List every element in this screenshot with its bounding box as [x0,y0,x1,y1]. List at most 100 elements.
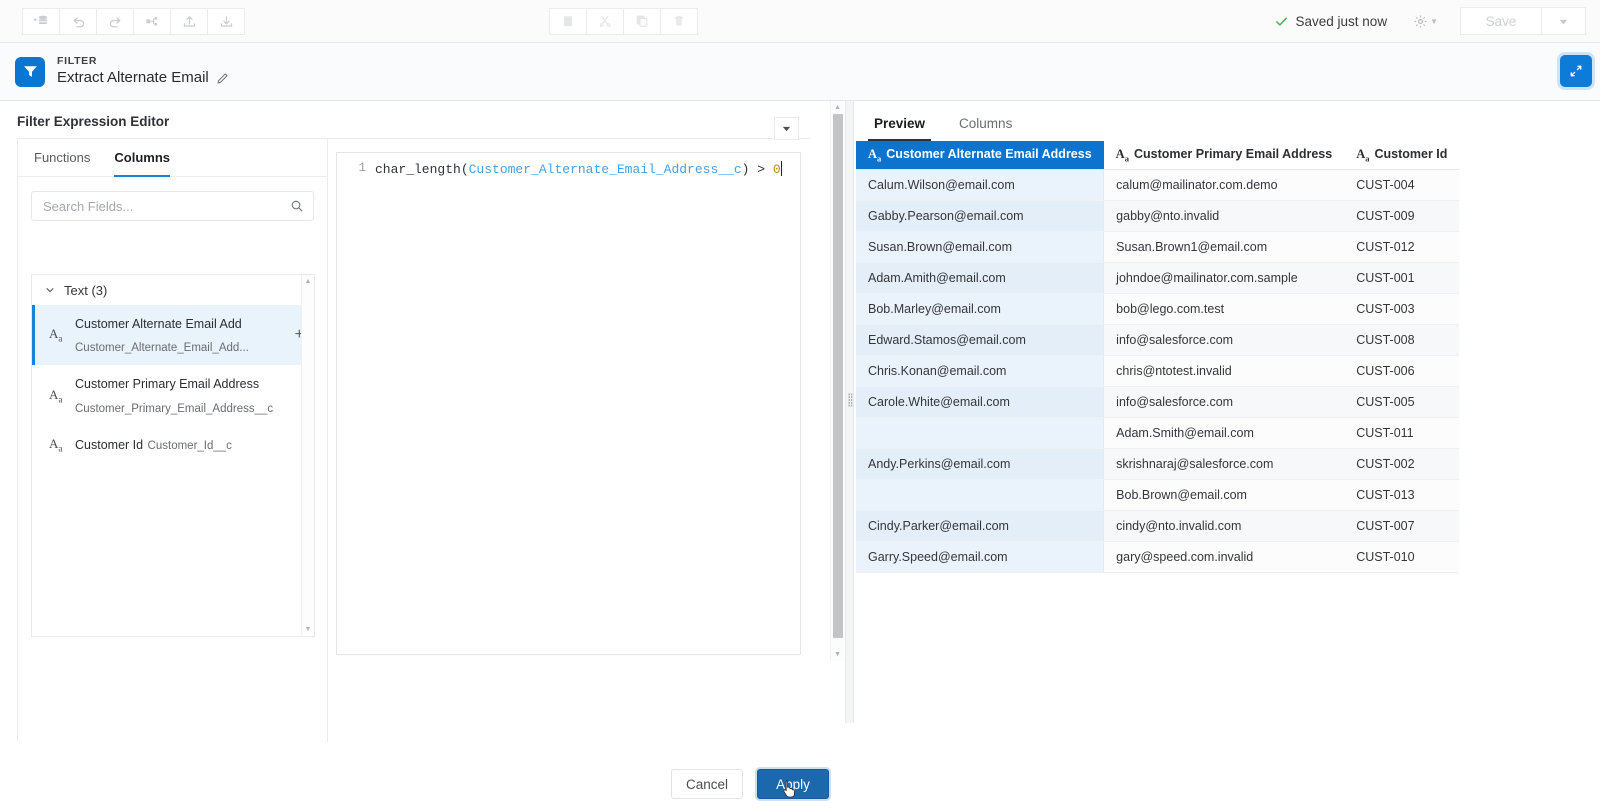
gear-icon[interactable]: ▼ [1413,14,1438,29]
column-header-label: Customer Id [1374,146,1448,161]
expand-panel-button[interactable] [1560,55,1592,87]
table-cell: Cindy.Parker@email.com [856,510,1105,542]
copy-icon[interactable] [623,7,661,35]
paste-icon[interactable] [549,7,587,35]
expression-options-button[interactable] [774,117,799,140]
node-header: FILTER Extract Alternate Email [0,43,1600,101]
tab-preview[interactable]: Preview [868,116,932,141]
table-cell: Adam.Smith@email.com [1103,417,1345,449]
table-cell: CUST-002 [1344,448,1460,480]
table-cell: Susan.Brown@email.com [856,231,1105,263]
column-header-customer-alternate-email-address[interactable]: Aa Customer Alternate Email Address [856,141,1104,170]
table-row[interactable]: Susan.Brown@email.com Susan.Brown1@email.… [856,231,1460,263]
redo-icon[interactable] [96,7,134,35]
filter-icon [15,56,45,87]
delete-icon[interactable] [660,7,698,35]
table-cell: CUST-012 [1344,231,1460,263]
page-title: Extract Alternate Email [57,69,209,87]
table-row[interactable]: Calum.Wilson@email.com calum@mailinator.c… [856,169,1460,201]
toolbar-left-group [22,7,245,35]
scroll-up-icon[interactable]: ▲ [302,275,314,288]
upload-icon[interactable] [170,7,208,35]
editor-pane-scrollbar[interactable]: ▲ ▼ [830,101,844,661]
search-fields-wrap [18,177,327,221]
field-item-customer-alternate-email-address[interactable]: Aa Customer Alternate Email Add Customer… [32,305,314,366]
table-row[interactable]: Adam.Amith@email.com johndoe@mailinator.c… [856,262,1460,294]
apply-button[interactable]: Apply [757,769,829,799]
field-group-label: Text (3) [64,282,108,298]
column-header-customer-primary-email-address[interactable]: Aa Customer Primary Email Address [1103,141,1345,170]
splitter-grip[interactable] [848,393,853,407]
editor-horizontal-scrollbar[interactable] [328,729,1121,742]
edit-pencil-icon[interactable] [216,72,229,85]
table-cell: Garry.Speed@email.com [856,541,1105,573]
table-cell: CUST-010 [1344,541,1460,573]
apply-button-label: Apply [776,776,810,792]
table-cell: skrishnaraj@salesforce.com [1103,448,1345,480]
table-row[interactable]: Bob.Marley@email.com bob@lego.com.test CUS… [856,293,1460,325]
table-cell: Chris.Konan@email.com [856,355,1105,387]
field-group-text[interactable]: Text (3) [32,275,314,305]
table-cell: CUST-009 [1344,200,1460,232]
field-item-customer-primary-email-address[interactable]: Aa Customer Primary Email Address Custom… [32,365,314,425]
tab-functions[interactable]: Functions [34,139,90,177]
table-row[interactable]: Gabby.Pearson@email.com gabby@nto.invalid… [856,200,1460,232]
cancel-button[interactable]: Cancel [671,769,743,799]
column-header-customer-id[interactable]: Aa Customer Id [1344,141,1460,170]
tab-columns[interactable]: Columns [114,139,170,177]
chevron-down-icon [44,284,56,296]
search-icon[interactable] [290,199,304,213]
table-row[interactable]: Carole.White@email.com info@salesforce.co… [856,386,1460,418]
table-cell: Edward.Stamos@email.com [856,324,1105,356]
preview-tabs: Preview Columns [854,101,1600,141]
table-cell: Andy.Perkins@email.com [856,448,1105,480]
table-cell: CUST-005 [1344,386,1460,418]
preview-table-body: Calum.Wilson@email.com calum@mailinator.c… [856,169,1460,573]
preview-table-head: Aa Customer Alternate Email Address Aa Cus… [856,141,1460,170]
editor-body: Functions Columns Search Fields... Text … [17,117,810,742]
field-item-customer-id[interactable]: Aa Customer Id Customer_Id__c [32,426,314,463]
table-cell: Carole.White@email.com [856,386,1105,418]
table-row[interactable]: Edward.Stamos@email.com info@salesforce.c… [856,324,1460,356]
save-dropdown-button[interactable] [1542,7,1586,35]
save-button[interactable]: Save [1460,7,1542,35]
field-list: Text (3) Aa Customer Alternate Email Add… [31,274,315,637]
pane-splitter[interactable] [845,101,854,723]
add-data-icon[interactable] [22,7,60,35]
scroll-down-icon[interactable]: ▼ [831,648,844,661]
text-type-icon: Aa [1115,146,1129,164]
table-row[interactable]: Adam.Smith@email.com CUST-011 [856,417,1460,449]
search-input[interactable] [41,197,290,215]
scroll-down-icon[interactable]: ▼ [302,623,314,636]
search-fields-box[interactable] [31,191,314,221]
transform-icon[interactable] [133,7,171,35]
table-row[interactable]: Bob.Brown@email.com CUST-013 [856,479,1460,511]
table-cell: CUST-001 [1344,262,1460,294]
tab-columns-preview[interactable]: Columns [953,116,1018,141]
scrollbar-thumb[interactable] [833,114,843,638]
table-header-row: Aa Customer Alternate Email Address Aa Cus… [856,141,1460,170]
toolbar-center-group [549,7,698,35]
table-row[interactable]: Garry.Speed@email.com gary@speed.com.inva… [856,541,1460,573]
scroll-up-icon[interactable]: ▲ [831,101,844,114]
undo-icon[interactable] [59,7,97,35]
download-icon[interactable] [207,7,245,35]
node-title-row: Extract Alternate Email [57,69,229,88]
filter-expression-editor-pane: Filter Expression Editor Functions Colum… [0,101,845,799]
table-row[interactable]: Chris.Konan@email.com chris@ntotest.inval… [856,355,1460,387]
node-kind-label: FILTER [57,55,98,68]
column-header-label: Customer Alternate Email Address [886,146,1092,161]
code-text[interactable]: char_length(Customer_Alternate_Email_Add… [375,153,800,654]
table-cell: CUST-006 [1344,355,1460,387]
field-list-scrollbar[interactable]: ▲ ▼ [301,275,314,636]
text-caret [780,161,782,176]
table-cell: CUST-004 [1344,169,1460,201]
table-row[interactable]: Andy.Perkins@email.com skrishnaraj@salesf… [856,448,1460,480]
field-browser: Functions Columns Search Fields... Text … [18,139,328,742]
cut-icon[interactable] [586,7,624,35]
saved-status-text: Saved just now [1295,13,1388,29]
code-editor[interactable]: 1 char_length(Customer_Alternate_Email_A… [336,152,801,655]
table-cell: CUST-003 [1344,293,1460,325]
table-cell: Bob.Brown@email.com [1103,479,1345,511]
table-row[interactable]: Cindy.Parker@email.com cindy@nto.invalid.… [856,510,1460,542]
